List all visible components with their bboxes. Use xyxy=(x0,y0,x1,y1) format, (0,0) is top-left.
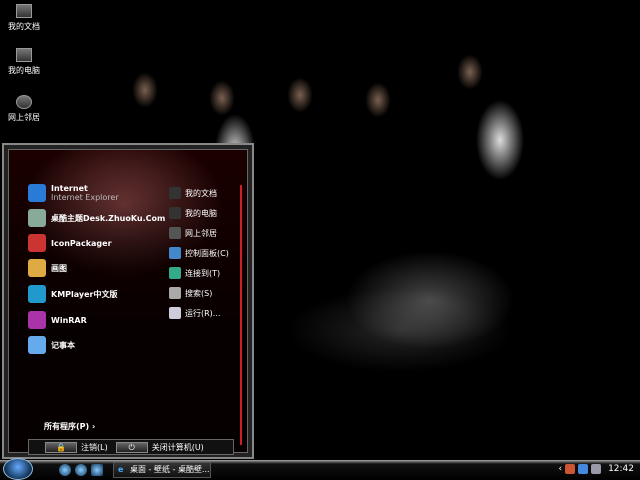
menu-item[interactable]: IconPackager xyxy=(28,234,112,252)
run-icon xyxy=(169,307,181,319)
desktop-icon-my-computer[interactable]: 我的电脑 xyxy=(4,48,44,76)
lock-icon[interactable]: 🔒 xyxy=(45,441,77,453)
shutdown-button[interactable]: 关闭计算机(U) xyxy=(152,442,204,453)
menu-item[interactable]: 画图 xyxy=(28,259,67,277)
menu-decoration xyxy=(238,185,242,445)
system-tray: ‹ 12:42 xyxy=(558,464,634,474)
network-icon xyxy=(16,95,32,109)
all-programs-button[interactable]: 所有程序(P) › xyxy=(44,421,95,432)
paint-icon xyxy=(28,259,46,277)
folder-icon xyxy=(16,4,32,18)
menu-item[interactable]: 桌酷主题Desk.ZhuoKu.Com xyxy=(28,209,165,227)
tray-expand-icon[interactable]: ‹ xyxy=(558,464,562,474)
notepad-icon xyxy=(28,336,46,354)
computer-icon xyxy=(16,48,32,62)
taskbar-task-button[interactable]: 桌面 - 壁纸 - 桌酷壁... xyxy=(113,462,211,478)
my-computer-icon xyxy=(169,207,181,219)
network-icon xyxy=(169,227,181,239)
tray-volume-icon[interactable] xyxy=(591,464,602,474)
clock[interactable]: 12:42 xyxy=(608,464,634,474)
start-button[interactable] xyxy=(3,458,33,480)
menu-item[interactable]: 我的电脑 xyxy=(169,207,217,219)
menu-item[interactable]: 运行(R)... xyxy=(169,307,220,319)
winrar-icon xyxy=(28,311,46,329)
desktop-icon-my-documents[interactable]: 我的文档 xyxy=(4,4,44,32)
menu-item[interactable]: 我的文档 xyxy=(169,187,217,199)
session-bar: 🔒 注销(L) ⏻ 关闭计算机(U) xyxy=(28,439,234,455)
my-documents-icon xyxy=(169,187,181,199)
start-menu: Internet Internet Explorer 桌酷主题Desk.ZhuoKu… xyxy=(2,143,254,459)
taskbar: 桌面 - 壁纸 - 桌酷壁... ‹ 12:42 xyxy=(0,458,640,480)
menu-item[interactable]: 控制面板(C) xyxy=(169,247,229,259)
internet-explorer-icon xyxy=(28,184,46,202)
zhuoku-theme-icon xyxy=(28,209,46,227)
menu-item[interactable]: KMPlayer中文版 xyxy=(28,285,118,303)
tray-app-icon[interactable] xyxy=(565,464,576,474)
quicklaunch-desktop-icon[interactable] xyxy=(91,464,103,476)
search-icon xyxy=(169,287,181,299)
logoff-button[interactable]: 注销(L) xyxy=(81,442,108,453)
power-icon[interactable]: ⏻ xyxy=(115,441,148,453)
menu-item[interactable]: 搜索(S) xyxy=(169,287,212,299)
tray-network-icon[interactable] xyxy=(578,464,589,474)
menu-item[interactable]: 记事本 xyxy=(28,336,75,354)
iconpackager-icon xyxy=(28,234,46,252)
menu-item[interactable]: Internet Internet Explorer xyxy=(28,184,119,202)
control-panel-icon xyxy=(169,247,181,259)
desktop-icon-network[interactable]: 网上邻居 xyxy=(4,95,44,123)
menu-item[interactable]: 连接到(T) xyxy=(169,267,220,279)
quicklaunch-ie-icon[interactable] xyxy=(59,464,71,476)
menu-item[interactable]: WinRAR xyxy=(28,311,87,329)
kmplayer-icon xyxy=(28,285,46,303)
connect-icon xyxy=(169,267,181,279)
menu-item[interactable]: 网上邻居 xyxy=(169,227,217,239)
quicklaunch-browser-icon[interactable] xyxy=(75,464,87,476)
